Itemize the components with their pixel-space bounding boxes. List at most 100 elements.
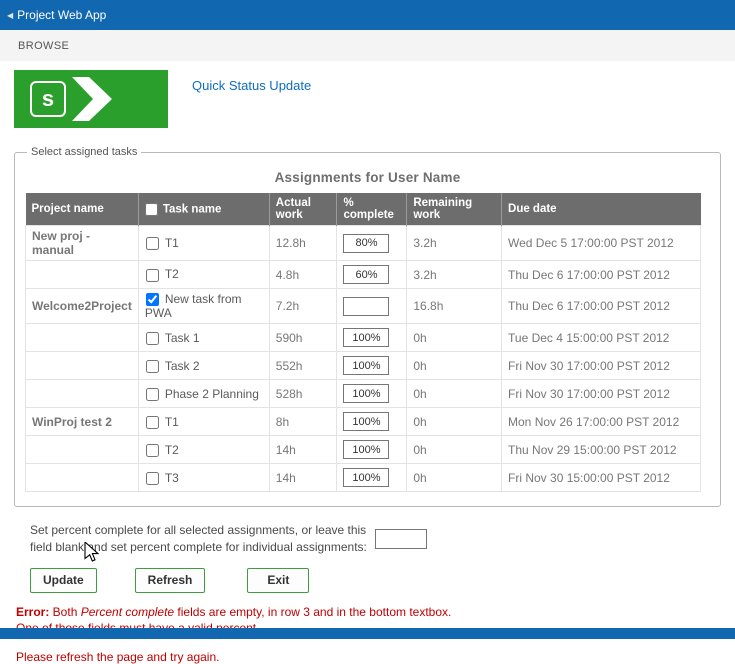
task-name-cell: T3	[137, 463, 270, 493]
task-checkbox[interactable]	[145, 415, 159, 429]
actual-work-cell: 528h	[268, 379, 338, 409]
refresh-button[interactable]: Refresh	[134, 567, 206, 593]
task-checkbox[interactable]	[145, 331, 159, 345]
task-label: New task from PWA	[144, 292, 242, 321]
table-row: New proj - manual T1 12.8h 3.2h Wed Dec …	[25, 225, 701, 261]
task-label: Task 2	[164, 358, 200, 373]
col-project-name: Project name	[25, 193, 139, 226]
tab-browse[interactable]: BROWSE	[18, 40, 69, 52]
panel-legend: Select assigned tasks	[31, 146, 138, 158]
table-row: Task 1 590h 0h Tue Dec 4 15:00:00 PST 20…	[25, 323, 701, 353]
actual-work-cell: 12.8h	[268, 225, 338, 261]
remaining-work-cell: 0h	[406, 435, 503, 465]
remaining-work-cell: 0h	[406, 379, 503, 409]
actual-work-cell: 14h	[268, 435, 338, 465]
task-checkbox[interactable]	[145, 237, 159, 251]
table-row: Welcome2Project New task from PWA 7.2h 1…	[25, 287, 701, 325]
col-task-name: Task name	[138, 193, 270, 226]
task-checkbox[interactable]	[145, 293, 159, 307]
bulk-percent-section: Set percent complete for all selected as…	[30, 522, 721, 554]
page-header: s Quick Status Update	[14, 70, 721, 128]
error-prefix: Error:	[16, 604, 50, 619]
project-name-cell: Welcome2Project	[25, 287, 139, 325]
remaining-work-cell: 0h	[406, 463, 503, 493]
table-row: Task 2 552h 0h Fri Nov 30 17:00:00 PST 2…	[25, 351, 701, 381]
remaining-work-cell: 0h	[406, 407, 503, 437]
due-date-cell: Thu Dec 6 17:00:00 PST 2012	[501, 260, 701, 289]
percent-complete-cell	[336, 407, 408, 437]
percent-complete-input[interactable]	[343, 412, 390, 432]
assignments-table: Project name Task name Actual work % com…	[25, 193, 701, 493]
due-date-cell: Thu Nov 29 15:00:00 PST 2012	[501, 435, 701, 465]
project-name-cell	[25, 463, 139, 493]
col-remaining-work: Remaining work	[406, 193, 503, 226]
table-header-row: Project name Task name Actual work % com…	[25, 193, 701, 226]
due-date-cell: Mon Nov 26 17:00:00 PST 2012	[501, 407, 701, 437]
percent-complete-input[interactable]	[343, 328, 390, 348]
percent-complete-input[interactable]	[343, 440, 390, 460]
back-chevron-icon[interactable]: ◀	[7, 11, 13, 20]
percent-complete-cell	[336, 463, 408, 493]
project-name-cell	[25, 435, 139, 465]
table-row: T3 14h 0h Fri Nov 30 15:00:00 PST 2012	[25, 463, 701, 493]
bulk-instruction-line2: field blank and set percent complete for…	[30, 539, 367, 554]
project-name-cell	[25, 351, 139, 381]
table-row: Phase 2 Planning 528h 0h Fri Nov 30 17:0…	[25, 379, 701, 409]
table-row: T2 4.8h 3.2h Thu Dec 6 17:00:00 PST 2012	[25, 260, 701, 289]
percent-complete-input[interactable]	[343, 468, 390, 488]
percent-complete-input[interactable]	[343, 265, 390, 284]
task-checkbox[interactable]	[145, 268, 159, 282]
quick-status-update-link[interactable]: Quick Status Update	[192, 78, 311, 93]
task-checkbox[interactable]	[145, 443, 159, 457]
project-app-logo: s	[14, 70, 168, 128]
remaining-work-cell: 0h	[406, 351, 503, 381]
project-name-cell: WinProj test 2	[25, 407, 139, 437]
percent-complete-input[interactable]	[343, 233, 390, 253]
col-task-name-label: Task name	[162, 203, 222, 216]
bulk-instruction: Set percent complete for all selected as…	[30, 522, 367, 554]
task-name-cell: T2	[137, 260, 270, 289]
logo-letter: s	[41, 86, 55, 111]
percent-complete-cell	[336, 323, 408, 353]
percent-complete-cell	[336, 435, 408, 465]
task-name-cell: T1	[137, 407, 270, 437]
actual-work-cell: 8h	[268, 407, 338, 437]
project-name-cell: New proj - manual	[25, 225, 139, 261]
bottom-bar	[0, 628, 735, 639]
error-text-2: fields are empty, in row 3 and in the bo…	[174, 604, 452, 619]
assignments-title: Assignments for User Name	[274, 170, 461, 185]
remaining-work-cell: 3.2h	[406, 260, 503, 289]
actual-work-cell: 14h	[268, 463, 338, 493]
task-checkbox[interactable]	[145, 359, 159, 373]
table-row: T2 14h 0h Thu Nov 29 15:00:00 PST 2012	[25, 435, 701, 465]
logo-s-tile: s	[30, 81, 66, 117]
actual-work-cell: 590h	[268, 323, 338, 353]
project-name-cell	[25, 323, 139, 353]
percent-complete-input[interactable]	[343, 356, 390, 376]
table-row: WinProj test 2 T1 8h 0h Mon Nov 26 17:00…	[25, 407, 701, 437]
col-actual-work: Actual work	[269, 193, 338, 226]
task-label: T1	[164, 414, 179, 429]
bulk-percent-input[interactable]	[374, 528, 427, 549]
project-name-cell	[25, 379, 139, 409]
task-label: T2	[164, 267, 179, 282]
task-checkbox[interactable]	[145, 387, 159, 401]
percent-complete-input[interactable]	[343, 296, 390, 316]
update-button[interactable]: Update	[30, 567, 97, 593]
task-label: Task 1	[164, 330, 200, 345]
exit-button[interactable]: Exit	[247, 567, 310, 593]
task-label: T1	[164, 235, 179, 250]
task-label: T3	[164, 470, 179, 485]
task-name-cell: T1	[137, 225, 270, 261]
task-checkbox[interactable]	[145, 471, 159, 485]
page-content: s Quick Status Update Select assigned ta…	[0, 61, 735, 664]
percent-complete-cell	[336, 260, 408, 289]
task-name-cell: T2	[137, 435, 270, 465]
percent-complete-input[interactable]	[343, 384, 390, 404]
remaining-work-cell: 16.8h	[406, 287, 503, 325]
percent-complete-cell	[336, 287, 408, 325]
select-assigned-tasks-panel: Select assigned tasks Assignments for Us…	[14, 146, 721, 508]
task-label: T2	[164, 442, 179, 457]
due-date-cell: Fri Nov 30 15:00:00 PST 2012	[501, 463, 701, 493]
select-all-checkbox[interactable]	[144, 202, 158, 216]
